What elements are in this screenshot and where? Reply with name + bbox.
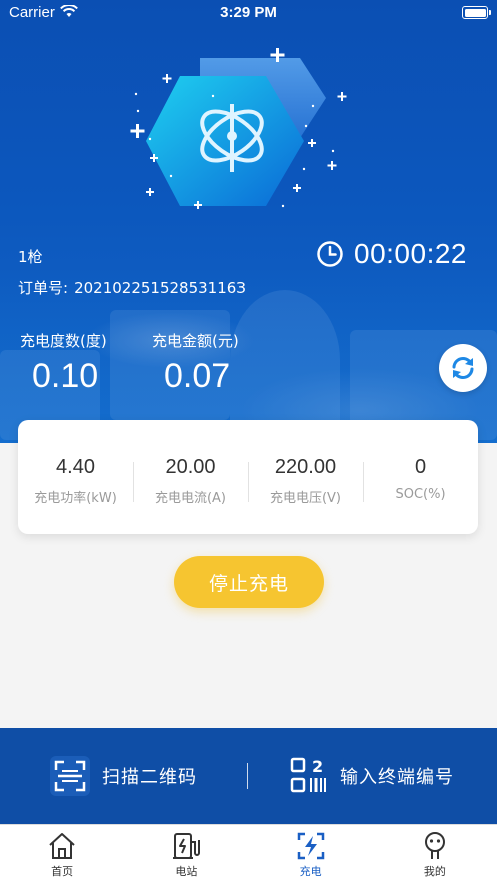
charge-icon	[297, 832, 324, 860]
energy-label: 充电度数(度)	[20, 332, 107, 350]
action-divider	[247, 763, 248, 789]
clock-time: 3:29 PM	[220, 4, 277, 21]
tab-label: 充电	[299, 865, 322, 878]
refresh-icon	[452, 356, 474, 380]
svg-text:2: 2	[312, 757, 323, 776]
home-icon	[49, 833, 75, 859]
terminal-code-icon: 2	[290, 757, 326, 793]
scan-qr-button[interactable]: 扫描二维码	[50, 728, 197, 824]
tab-charge[interactable]: 充电	[249, 825, 373, 884]
energy-metric: 充电度数(度) 0.10	[20, 330, 107, 396]
order-number: 20210225152853116З	[74, 279, 246, 297]
clock-icon	[317, 241, 343, 267]
order-number-row: 订单号: 20210225152853116З	[18, 277, 252, 298]
stat-power: 4.40 充电功率(kW)	[18, 420, 133, 534]
stat-value: 220.00	[274, 456, 337, 478]
tab-label: 我的	[423, 865, 446, 878]
scan-qr-label: 扫描二维码	[102, 767, 197, 788]
input-terminal-label: 输入终端编号	[340, 767, 454, 788]
refresh-button[interactable]	[439, 344, 487, 392]
tab-label: 电站	[175, 865, 198, 878]
station-icon	[173, 833, 201, 859]
stat-value: 20.00	[165, 456, 216, 478]
battery-icon	[462, 6, 491, 19]
tab-station[interactable]: 电站	[124, 825, 248, 884]
stat-label: 充电电压(V)	[269, 491, 342, 506]
charging-timer: 00:00:22	[316, 238, 467, 270]
profile-icon	[424, 832, 445, 859]
stat-current: 20.00 充电电流(A)	[133, 420, 248, 534]
stat-soc: 0 SOC(%)	[363, 420, 478, 534]
tab-home[interactable]: 首页	[0, 825, 124, 884]
order-label: 订单号:	[18, 279, 69, 297]
stat-label: SOC(%)	[395, 487, 446, 502]
stat-value: 0	[414, 456, 427, 478]
quick-action-bar: 扫描二维码 2 输入终端编号	[0, 728, 497, 824]
stat-value: 4.40	[56, 456, 95, 478]
bottom-tab-bar: 首页 电站 充电 我的	[0, 824, 497, 884]
amount-value: 0.07	[164, 357, 231, 395]
timer-value: 00:00:22	[354, 238, 467, 269]
tab-label: 首页	[51, 865, 74, 878]
stat-label: 充电功率(kW)	[34, 491, 117, 506]
gun-label: 1枪	[18, 248, 43, 266]
amount-metric: 充电金额(元) 0.07	[152, 330, 239, 396]
tab-profile[interactable]: 我的	[373, 825, 497, 884]
charging-logo-icon	[130, 48, 347, 209]
charging-stats-card: 4.40 充电功率(kW) 20.00 充电电流(A) 220.00 充电电压(…	[18, 420, 478, 534]
stat-label: 充电电流(A)	[154, 491, 227, 506]
energy-value: 0.10	[32, 357, 99, 395]
amount-label: 充电金额(元)	[152, 332, 239, 350]
stop-charging-button[interactable]: 停止充电	[174, 556, 324, 608]
status-bar: Carrier 3:29 PM	[0, 0, 497, 26]
input-terminal-button[interactable]: 2 输入终端编号	[290, 728, 454, 824]
scan-icon	[50, 756, 90, 796]
hero-panel: Carrier 3:29 PM 1枪 订单号: 2021022515285311…	[0, 0, 497, 443]
stat-voltage: 220.00 充电电压(V)	[248, 420, 363, 534]
